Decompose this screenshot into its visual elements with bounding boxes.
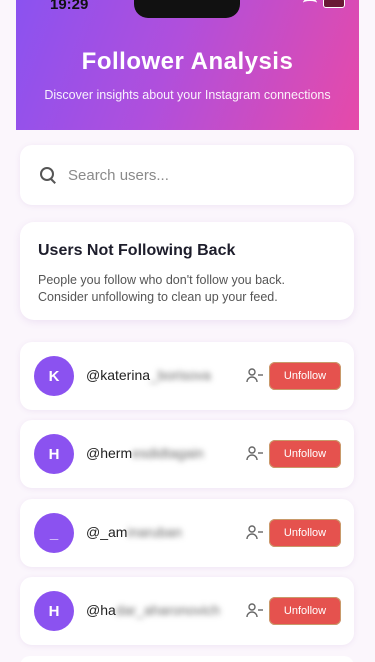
page-subtitle: Discover insights about your Instagram c… <box>44 88 331 102</box>
username-blurred: dar_aharonovich <box>115 602 221 618</box>
next-user-card-partial <box>20 656 354 662</box>
device-notch <box>134 0 240 18</box>
page-title: Follower Analysis <box>81 48 294 75</box>
search-input[interactable] <box>68 166 328 184</box>
unfollow-button[interactable]: Unfollow <box>269 362 341 390</box>
battery-icon <box>323 0 345 8</box>
username[interactable]: @katerina_borisova <box>86 367 211 383</box>
user-card: H @hermesdidtagain Unfollow <box>20 420 354 488</box>
username-visible: @katerina <box>86 367 151 383</box>
user-card: _ @_aminaruban Unfollow <box>20 499 354 567</box>
info-description: People you follow who don't follow you b… <box>38 273 285 304</box>
username-blurred: esdidtagain <box>132 445 204 461</box>
user-minus-icon[interactable] <box>246 602 264 618</box>
user-minus-icon[interactable] <box>246 524 264 540</box>
info-title: Users Not Following Back <box>38 242 236 259</box>
search-box[interactable] <box>20 145 354 205</box>
user-minus-icon[interactable] <box>246 445 264 461</box>
username-blurred: _borisova <box>150 367 211 383</box>
info-card: Users Not Following Back People you foll… <box>20 222 354 320</box>
username[interactable]: @hadar_aharonovich <box>86 602 220 618</box>
wifi-icon <box>303 0 317 8</box>
unfollow-button[interactable]: Unfollow <box>269 597 341 625</box>
user-card: K @katerina_borisova Unfollow <box>20 342 354 410</box>
username[interactable]: @hermesdidtagain <box>86 445 204 461</box>
username-visible: @_am <box>86 524 128 540</box>
avatar[interactable]: K <box>34 356 74 396</box>
username-visible: @ha <box>86 602 116 618</box>
user-card: H @hadar_aharonovich Unfollow <box>20 577 354 645</box>
avatar[interactable]: H <box>34 591 74 631</box>
unfollow-button[interactable]: Unfollow <box>269 519 341 547</box>
user-minus-icon[interactable] <box>246 367 264 383</box>
avatar[interactable]: H <box>34 434 74 474</box>
username[interactable]: @_aminaruban <box>86 524 182 540</box>
username-blurred: inaruban <box>127 524 182 540</box>
avatar[interactable]: _ <box>34 513 74 553</box>
header-banner: 19:29 Follower Analysis Discover insight… <box>16 0 359 130</box>
status-icons <box>303 0 345 8</box>
unfollow-button[interactable]: Unfollow <box>269 440 341 468</box>
search-icon <box>40 167 56 183</box>
status-time: 19:29 <box>50 0 89 13</box>
username-visible: @herm <box>86 445 133 461</box>
